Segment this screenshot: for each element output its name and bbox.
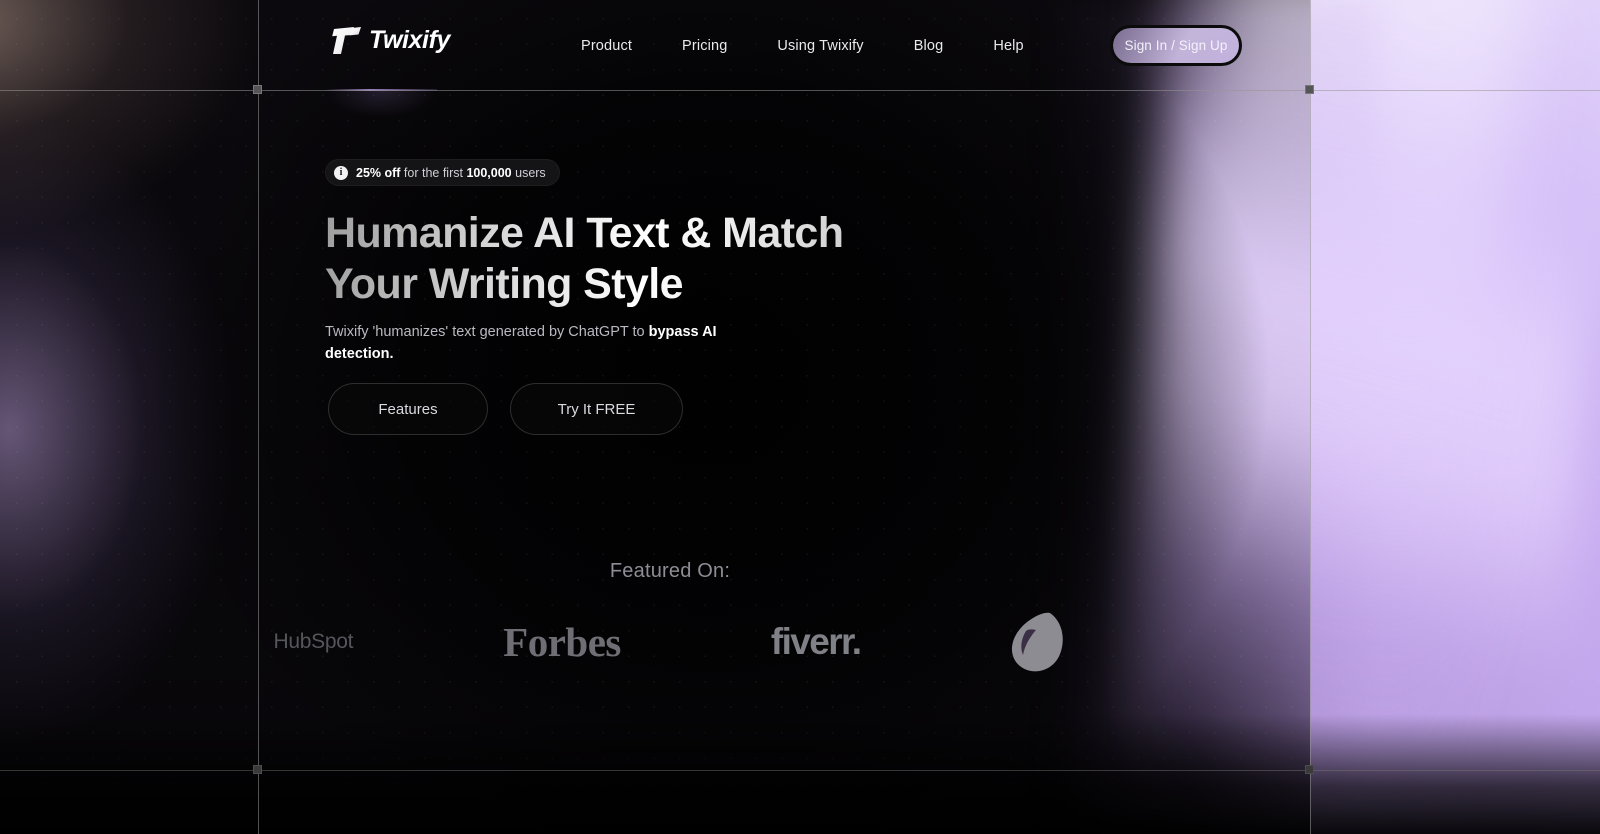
brand-logo[interactable]: Twixify	[330, 26, 450, 55]
featured-on-heading: Featured On:	[609, 560, 731, 582]
fiverr-logo: fiverr.	[770, 612, 862, 672]
nav-item-blog[interactable]: Blog	[908, 34, 950, 58]
nav-item-using-twixify[interactable]: Using Twixify	[771, 34, 869, 58]
info-icon: i	[334, 165, 348, 180]
twixify-t-mark-icon	[332, 26, 361, 54]
promo-user-count: 100,000	[466, 165, 512, 180]
sign-in-sign-up-wrapper: Sign In / Sign Up	[1110, 25, 1242, 66]
site-header: Twixify Product Pricing Using Twixify Bl…	[0, 0, 1340, 90]
promo-tail: users	[511, 165, 546, 180]
hero-subtitle-lead: Twixify 'humanizes' text generated by Ch…	[325, 324, 649, 340]
fiverr-wordmark: fiverr.	[770, 621, 862, 662]
featured-logo-row: HubSpot Forbes fiverr.	[0, 612, 1340, 672]
nav-item-pricing[interactable]: Pricing	[676, 34, 733, 58]
page-root: Twixify Product Pricing Using Twixify Bl…	[0, 0, 1600, 834]
cta-row: Features Try It FREE	[328, 383, 683, 435]
try-it-free-button[interactable]: Try It FREE	[510, 383, 683, 435]
promo-discount: 25% off	[356, 165, 401, 180]
nav-item-product[interactable]: Product	[575, 34, 638, 58]
promo-middle: for the first	[400, 165, 467, 180]
primary-nav: Product Pricing Using Twixify Blog Help	[575, 34, 1030, 58]
envato-logo	[1010, 612, 1066, 672]
focus-ring	[1110, 25, 1242, 66]
hero-subtitle: Twixify 'humanizes' text generated by Ch…	[325, 321, 725, 366]
hubspot-logo: HubSpot	[274, 612, 354, 672]
hubspot-wordmark: HubSpot	[273, 630, 354, 653]
page-title: Humanize AI Text & Match Your Writing St…	[325, 208, 945, 309]
promo-badge-text: 25% off for the first 100,000 users	[356, 166, 546, 180]
features-button[interactable]: Features	[328, 383, 488, 435]
header-underline-glow	[328, 91, 436, 117]
forbes-wordmark: Forbes	[503, 619, 621, 665]
nav-item-help[interactable]: Help	[987, 34, 1029, 58]
envato-leaf-icon	[1012, 612, 1064, 672]
header-underline	[325, 89, 437, 91]
forbes-logo: Forbes	[503, 612, 621, 672]
site-content: Twixify Product Pricing Using Twixify Bl…	[0, 0, 1340, 834]
promo-badge[interactable]: i 25% off for the first 100,000 users	[325, 159, 560, 186]
brand-name: Twixify	[369, 26, 451, 54]
